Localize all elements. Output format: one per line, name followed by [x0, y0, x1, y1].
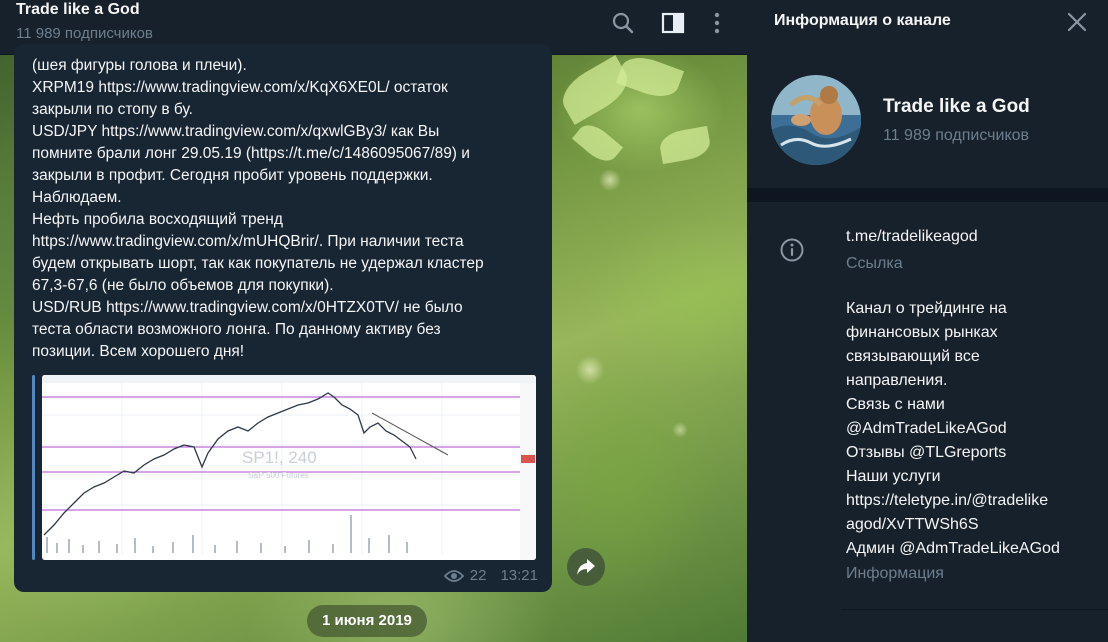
info-icon [780, 238, 804, 262]
close-icon[interactable] [1065, 10, 1089, 34]
background-leaf [615, 50, 685, 104]
channel-link-label: Ссылка [846, 255, 903, 272]
channel-subscribers: 11 989 подписчиков [883, 127, 1030, 144]
chat-subscribers: 11 989 подписчиков [16, 25, 153, 42]
message-line: 67,3-67,6 (не было объемов для покупки). [32, 277, 334, 294]
more-vertical-icon[interactable] [704, 10, 730, 36]
message-line[interactable]: XRPM19 https://www.tradingview.com/x/KqX… [32, 77, 544, 99]
description-label: Информация [846, 565, 944, 582]
chat-panel: Trade like a God 11 989 подписчиков (шея… [0, 0, 747, 642]
description-line[interactable]: Отзывы @TLGreports [846, 441, 1086, 465]
share-arrow-icon [577, 559, 595, 575]
info-panel-title: Информация о канале [774, 12, 951, 29]
avatar-image [771, 75, 861, 165]
sidebar-toggle-icon[interactable] [660, 10, 686, 36]
description-line: связывающий все [846, 348, 980, 365]
background-leaf [657, 125, 713, 165]
section-divider [747, 188, 1108, 202]
search-icon[interactable] [610, 10, 636, 36]
chart-watermark: SP1!, 240 [242, 448, 317, 467]
message-line[interactable]: https://www.tradingview.com/x/mUHQBrir/.… [32, 231, 544, 253]
description-line[interactable]: @AdmTradeLikeAGod [846, 417, 1086, 441]
description-line: Канал о трейдинге на [846, 300, 1007, 317]
description-line[interactable]: https://teletype.in/@tradelike [846, 489, 1086, 513]
channel-avatar[interactable] [771, 75, 861, 165]
message-line: (шея фигуры голова и плечи). [32, 57, 247, 74]
description-line: направления. [846, 372, 948, 389]
message-line: закрыли по стопу в бу. [32, 101, 193, 118]
message-line: Нефть пробила восходящий тренд [32, 211, 283, 228]
chart-watermark-sub: S&P 500 Futures [248, 471, 309, 480]
message-line[interactable]: USD/RUB https://www.tradingview.com/x/0H… [32, 297, 544, 319]
description-line[interactable]: Админ @AdmTradeLikeAGod [846, 537, 1086, 561]
message-line: будем открывать шорт, так как покупатель… [32, 255, 484, 272]
message-time: 13:21 [500, 567, 538, 584]
message-bubble[interactable]: (шея фигуры голова и плечи). XRPM19 http… [14, 44, 552, 592]
share-button[interactable] [567, 548, 605, 586]
background-leaf [571, 118, 624, 168]
channel-info-panel: Информация о канале Trade like a God 11 … [747, 0, 1108, 642]
message-line: закрыли в профит. Сегодня пробит уровень… [32, 167, 433, 184]
eye-icon [443, 569, 464, 582]
chat-title[interactable]: Trade like a God [16, 1, 140, 19]
view-count: 22 [469, 567, 487, 584]
message-line[interactable]: USD/JPY https://www.tradingview.com/x/qx… [32, 121, 544, 143]
message-line: позиции. Всем хорошего дня! [32, 343, 245, 360]
description-line: Связь с нами [846, 396, 945, 413]
channel-link[interactable]: t.me/tradelikeagod [846, 228, 978, 246]
chart-screenshot-image[interactable]: SP1!, 240 S&P 500 Futures [42, 375, 536, 560]
channel-name: Trade like a God [883, 96, 1030, 117]
message-line: Наблюдаем. [32, 189, 122, 206]
date-separator: 1 июня 2019 [307, 605, 427, 637]
link-preview-bar [32, 375, 35, 560]
section-divider [842, 609, 1108, 610]
description-line: Наши услуги [846, 468, 941, 485]
message-text: (шея фигуры голова и плечи). XRPM19 http… [32, 55, 544, 363]
description-line: финансовых рынках [846, 324, 998, 341]
message-line[interactable]: помните брали лонг 29.05.19 (https://t.m… [32, 143, 544, 165]
message-meta: 22 13:21 [443, 567, 538, 584]
description-line[interactable]: agod/XvTTWSh6S [846, 513, 1086, 537]
chart-thumbnail: SP1!, 240 S&P 500 Futures [42, 375, 536, 560]
channel-description: Канал о трейдинге на финансовых рынках с… [846, 297, 1086, 561]
message-line: теста области возможного лонга. По данно… [32, 321, 441, 338]
